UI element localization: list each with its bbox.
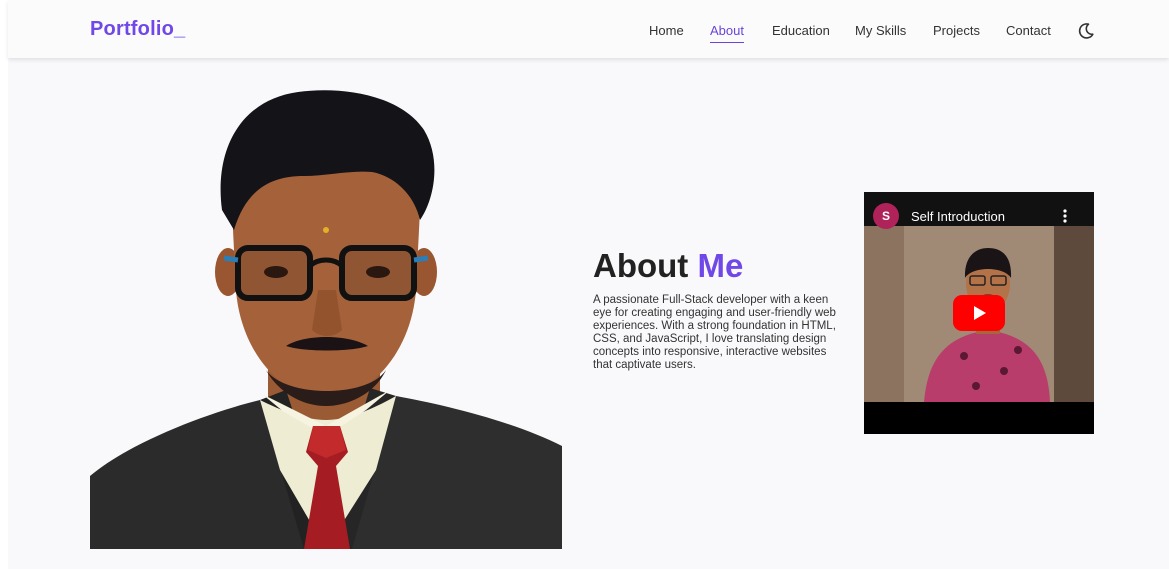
nav-home[interactable]: Home (649, 23, 684, 38)
nav-about[interactable]: About (710, 23, 744, 43)
about-description: A passionate Full-Stack developer with a… (593, 293, 836, 371)
video-title[interactable]: Self Introduction (911, 209, 1005, 224)
about-heading-prefix: About (593, 247, 689, 285)
more-vert-icon[interactable] (1061, 208, 1069, 224)
nav-contact[interactable]: Contact (1006, 23, 1051, 38)
video-embed[interactable]: S Self Introduction (864, 192, 1094, 434)
about-heading-accent: Me (697, 247, 744, 285)
navbar: Portfolio_ Home About Education My Skill… (8, 0, 1169, 58)
nav-projects[interactable]: Projects (933, 23, 980, 38)
nav-my-skills[interactable]: My Skills (855, 23, 906, 38)
youtube-play-icon[interactable] (953, 295, 1005, 331)
moon-icon[interactable] (1076, 21, 1096, 41)
about-heading: About Me (593, 247, 743, 285)
channel-avatar[interactable]: S (873, 203, 899, 229)
profile-photo (90, 90, 562, 549)
nav-education[interactable]: Education (772, 23, 830, 38)
nav-links: Home About Education My Skills Projects … (8, 23, 1169, 43)
